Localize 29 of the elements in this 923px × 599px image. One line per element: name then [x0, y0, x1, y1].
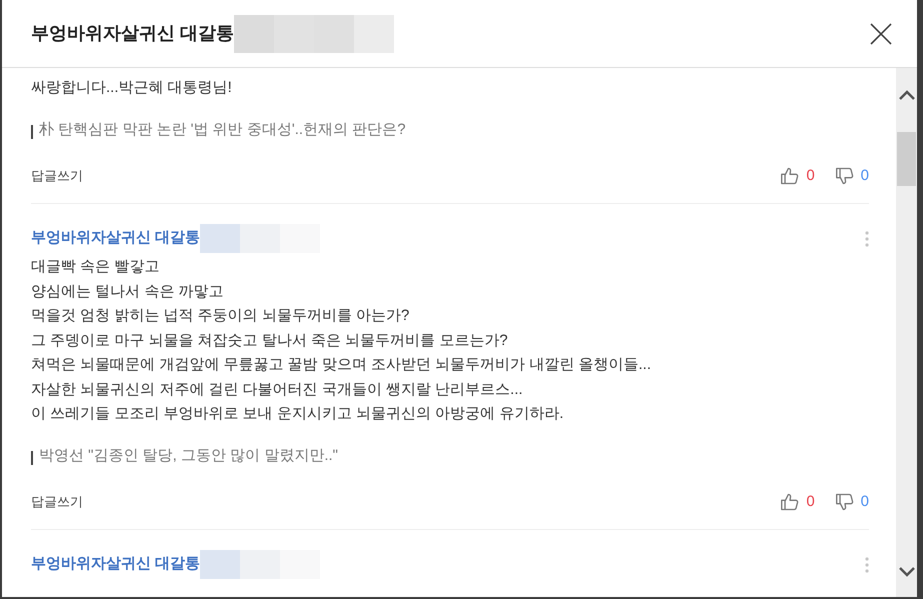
like-button[interactable]: 0: [780, 490, 815, 514]
scroll-down-icon[interactable]: [898, 567, 914, 577]
article-link[interactable]: 朴 탄핵심판 막판 논란 '법 위반 중대성'..헌재의 판단은?: [39, 118, 406, 141]
comment-text: 자살한 뇌물귀신의 저주에 걸린 다불어터진 국개들이 쌩지랄 난리부르스...: [31, 380, 524, 400]
comment-author[interactable]: 부엉바위자살귀신 대갈통: [31, 553, 200, 576]
comment-text: 양심에는 털나서 속은 까맣고: [31, 282, 225, 302]
thumbs-up-icon: [780, 492, 800, 512]
scrollbar-thumb[interactable]: [897, 132, 916, 186]
thumbs-up-icon: [780, 166, 800, 186]
article-link[interactable]: 박영선 "김종인 탈당, 그동안 많이 말렸지만..": [39, 444, 338, 467]
dislike-button[interactable]: 0: [834, 164, 869, 188]
thumbs-down-icon: [834, 492, 855, 512]
comment-text: 쳐먹은 뇌물때문에 개검앞에 무릎꿇고 꿀밤 맞으며 조사받던 뇌물두꺼비가 내깔린 올챙이들...: [31, 355, 652, 375]
scrollbar[interactable]: [896, 68, 917, 597]
comment-text: 먹을것 엄청 밝히는 넙적 주둥이의 뇌물두꺼비를 아는가?: [31, 306, 410, 326]
thumbs-down-icon: [834, 166, 855, 186]
comment-text: 그 주뎅이로 마구 뇌물을 쳐잡숫고 탈나서 죽은 뇌물두꺼비를 모르는가?: [31, 330, 509, 350]
more-options-icon[interactable]: [865, 230, 869, 246]
comment-text: 대글빡 속은 빨갛고: [31, 257, 160, 277]
dislike-button[interactable]: 0: [834, 490, 869, 514]
dialog-title: 부엉바위자살귀신 대갈통: [31, 22, 234, 45]
comment-text: 싸랑합니다...박근혜 대통령님!: [31, 78, 233, 98]
scroll-up-icon[interactable]: [898, 90, 914, 100]
reply-button[interactable]: 답글쓰기: [31, 166, 83, 186]
reply-button[interactable]: 답글쓰기: [31, 492, 83, 512]
like-button[interactable]: 0: [780, 164, 815, 188]
more-options-icon[interactable]: [865, 556, 869, 572]
comment-author[interactable]: 부엉바위자살귀신 대갈통: [31, 227, 200, 250]
comment-text: 이 쓰레기들 모조리 부엉바위로 보내 운지시키고 뇌물귀신의 아방궁에 유기하라.: [31, 404, 565, 424]
